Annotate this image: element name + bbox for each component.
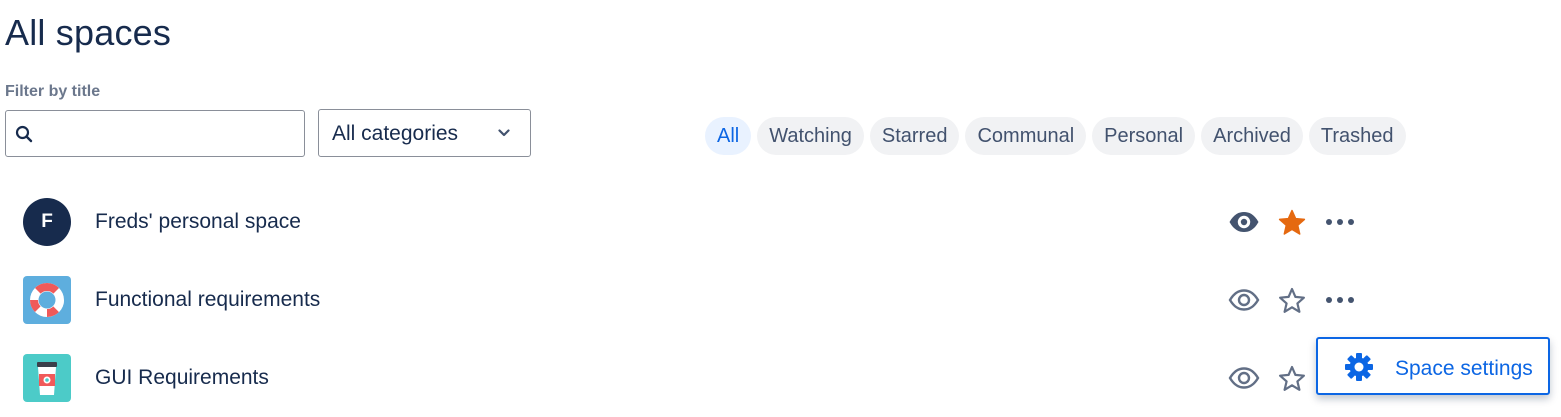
eye-outline-icon [1228, 367, 1260, 389]
search-box[interactable] [5, 110, 305, 157]
watch-button[interactable] [1228, 284, 1260, 316]
tab-personal[interactable]: Personal [1092, 117, 1196, 155]
eye-icon [1229, 212, 1259, 232]
avatar[interactable]: F [23, 198, 71, 246]
gear-icon [1345, 353, 1373, 381]
star-outline-icon [1278, 365, 1305, 391]
space-settings-menu-item[interactable]: Space settings [1316, 337, 1550, 395]
watch-button[interactable] [1228, 206, 1260, 238]
space-row: Functional requirements [0, 270, 1420, 330]
star-outline-icon [1278, 287, 1305, 313]
space-row: F Freds' personal space [0, 192, 1420, 252]
filter-label: Filter by title [5, 83, 101, 100]
more-actions-button[interactable] [1324, 284, 1356, 316]
lifebuoy-icon [23, 276, 71, 324]
space-row: GUI Requirements [0, 348, 1420, 408]
tab-trashed[interactable]: Trashed [1308, 117, 1406, 155]
star-button[interactable] [1276, 206, 1308, 238]
space-settings-label: Space settings [1395, 357, 1533, 380]
avatar[interactable] [23, 276, 71, 324]
page-title: All spaces [5, 12, 172, 53]
coffee-cup-icon [23, 354, 71, 402]
search-input[interactable] [42, 111, 300, 156]
star-filled-icon [1278, 209, 1306, 235]
space-name[interactable]: Functional requirements [95, 288, 320, 312]
more-icon [1326, 297, 1354, 303]
chevron-down-icon [498, 129, 510, 137]
tab-all[interactable]: All [705, 117, 752, 155]
star-button[interactable] [1276, 284, 1308, 316]
more-icon [1326, 219, 1354, 225]
star-button[interactable] [1276, 362, 1308, 394]
watch-button[interactable] [1228, 362, 1260, 394]
search-icon [15, 125, 33, 143]
tab-starred[interactable]: Starred [869, 117, 960, 155]
eye-outline-icon [1228, 289, 1260, 311]
tab-communal[interactable]: Communal [965, 117, 1087, 155]
space-name[interactable]: Freds' personal space [95, 210, 301, 234]
more-actions-button[interactable] [1324, 206, 1356, 238]
category-select-value: All categories [332, 122, 459, 145]
avatar[interactable] [23, 354, 71, 402]
space-filter-tabs: All Watching Starred Communal Personal A… [705, 117, 1406, 155]
category-select[interactable]: All categories [318, 109, 531, 157]
tab-archived[interactable]: Archived [1201, 117, 1303, 155]
space-name[interactable]: GUI Requirements [95, 366, 269, 390]
tab-watching[interactable]: Watching [757, 117, 864, 155]
